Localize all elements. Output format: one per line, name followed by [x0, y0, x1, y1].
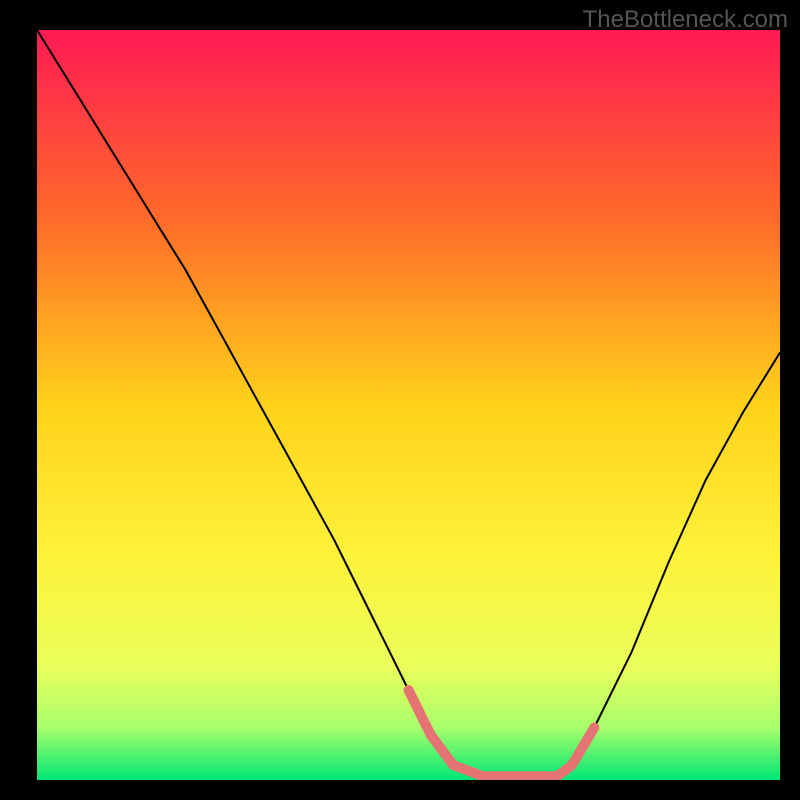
plot-background [37, 30, 780, 780]
watermark-text: TheBottleneck.com [583, 6, 788, 34]
chart-svg [0, 0, 800, 800]
chart-container: TheBottleneck.com [0, 0, 800, 800]
